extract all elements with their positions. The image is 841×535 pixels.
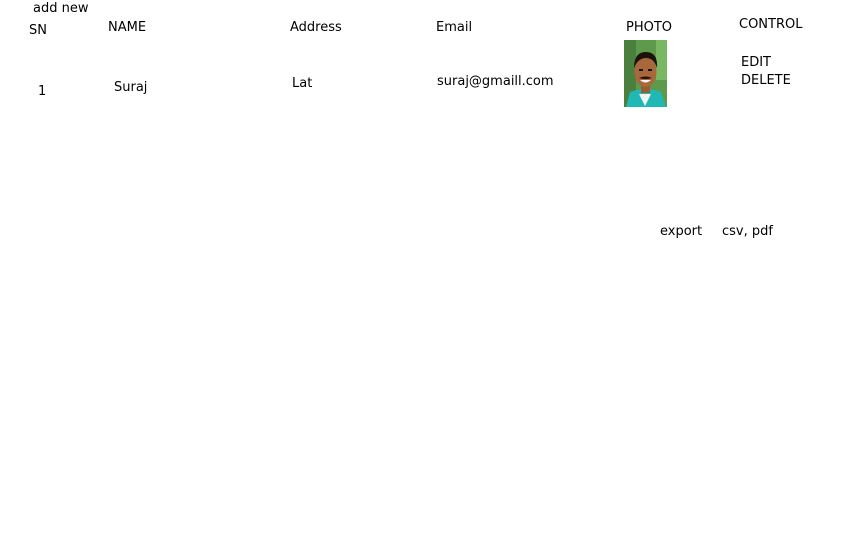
export-formats-link[interactable]: csv, pdf — [722, 224, 773, 240]
header-sn: SN — [29, 23, 47, 38]
header-name: NAME — [108, 20, 147, 35]
row-email: suraj@gmaill.com — [437, 74, 554, 89]
person-photo — [624, 40, 667, 107]
delete-link[interactable]: DELETE — [741, 73, 791, 89]
records-page: add new SN NAME Address Email PHOTO CONT… — [0, 0, 841, 535]
header-photo: PHOTO — [626, 20, 673, 35]
header-email: Email — [436, 20, 473, 35]
row-name: Suraj — [114, 80, 148, 95]
add-new-link[interactable]: add new — [33, 1, 88, 17]
row-sn: 1 — [38, 84, 47, 99]
export-label: export — [660, 224, 703, 239]
edit-link[interactable]: EDIT — [741, 55, 771, 71]
row-address: Lat — [292, 76, 313, 91]
person-photo-image — [624, 40, 667, 107]
header-address: Address — [290, 20, 342, 35]
header-control: CONTROL — [739, 17, 803, 32]
